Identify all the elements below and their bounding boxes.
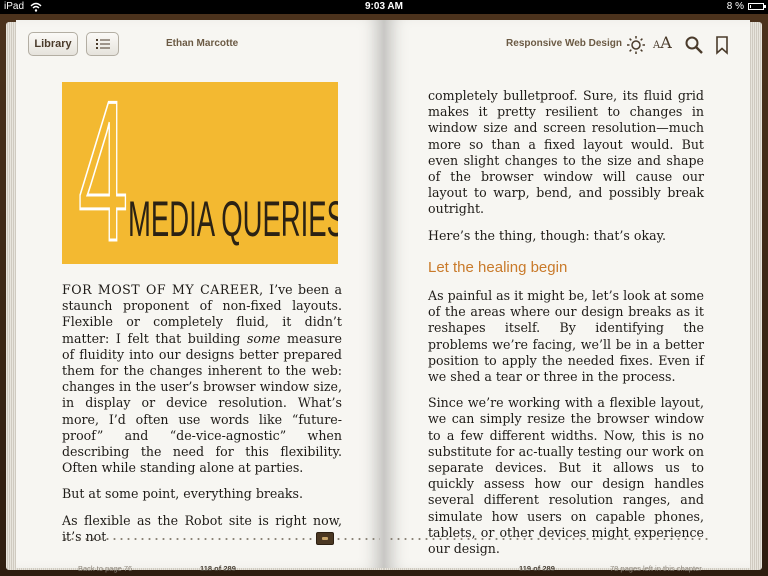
emphasis: some: [246, 330, 281, 346]
page-scrubber-track-right[interactable]: [388, 537, 708, 541]
pages-left-label: 78 pages left in this chapter: [610, 564, 702, 573]
search-icon[interactable]: [684, 35, 704, 55]
left-page[interactable]: Library Ethan Marcotte 4 MEDIA QUERIES F…: [16, 20, 384, 573]
bookmark-icon[interactable]: [712, 35, 732, 55]
right-page[interactable]: Responsive Web Design AA completely bull…: [384, 20, 750, 573]
chapter-title: MEDIA QUERIES: [128, 191, 338, 247]
paragraph: Since we’re working with a flexible layo…: [428, 395, 704, 557]
table-of-contents-button[interactable]: [86, 32, 119, 56]
book-view: Library Ethan Marcotte 4 MEDIA QUERIES F…: [0, 14, 768, 576]
paragraph: As painful as it might be, let’s look at…: [428, 288, 704, 385]
battery-level: [750, 5, 751, 8]
back-to-page-link[interactable]: Back to page 76: [78, 564, 132, 573]
left-page-number: 118 of 289: [200, 564, 236, 573]
paragraph: completely bulletproof. Sure, its fluid …: [428, 88, 704, 217]
clock: 9:03 AM: [365, 1, 403, 12]
paragraph: Here’s the thing, though: that’s okay.: [428, 227, 667, 243]
book-title: Responsive Web Design: [506, 38, 622, 49]
right-page-number: 119 of 289: [519, 564, 555, 573]
text-run: measure of fluidity into our designs bet…: [62, 330, 342, 476]
font-large-glyph: A: [660, 33, 672, 52]
chapter-number: 4: [77, 82, 129, 264]
font-size-icon[interactable]: AA: [653, 33, 677, 53]
battery-percent: 8 %: [726, 1, 744, 12]
paragraph: But at some point, everything breaks.: [62, 486, 303, 502]
page-scrubber-thumb[interactable]: [316, 532, 334, 545]
chapter-banner: 4 MEDIA QUERIES: [62, 82, 338, 264]
library-button[interactable]: Library: [28, 32, 78, 56]
left-page-text: FOR MOST OF MY CAREER, I’ve been a staun…: [62, 282, 342, 555]
section-heading: Let the healing begin: [428, 258, 568, 276]
battery-icon: [748, 3, 766, 10]
paragraph: FOR MOST OF MY CAREER, I’ve been a staun…: [62, 282, 342, 476]
brightness-icon[interactable]: [626, 35, 646, 55]
author-name: Ethan Marcotte: [166, 38, 239, 49]
status-bar: iPad 9:03 AM 8 %: [0, 0, 768, 14]
list-icon: [96, 39, 110, 49]
right-page-text: completely bulletproof. Sure, its fluid …: [428, 88, 704, 567]
lead-in: FOR MOST OF MY CAREER,: [62, 282, 264, 297]
